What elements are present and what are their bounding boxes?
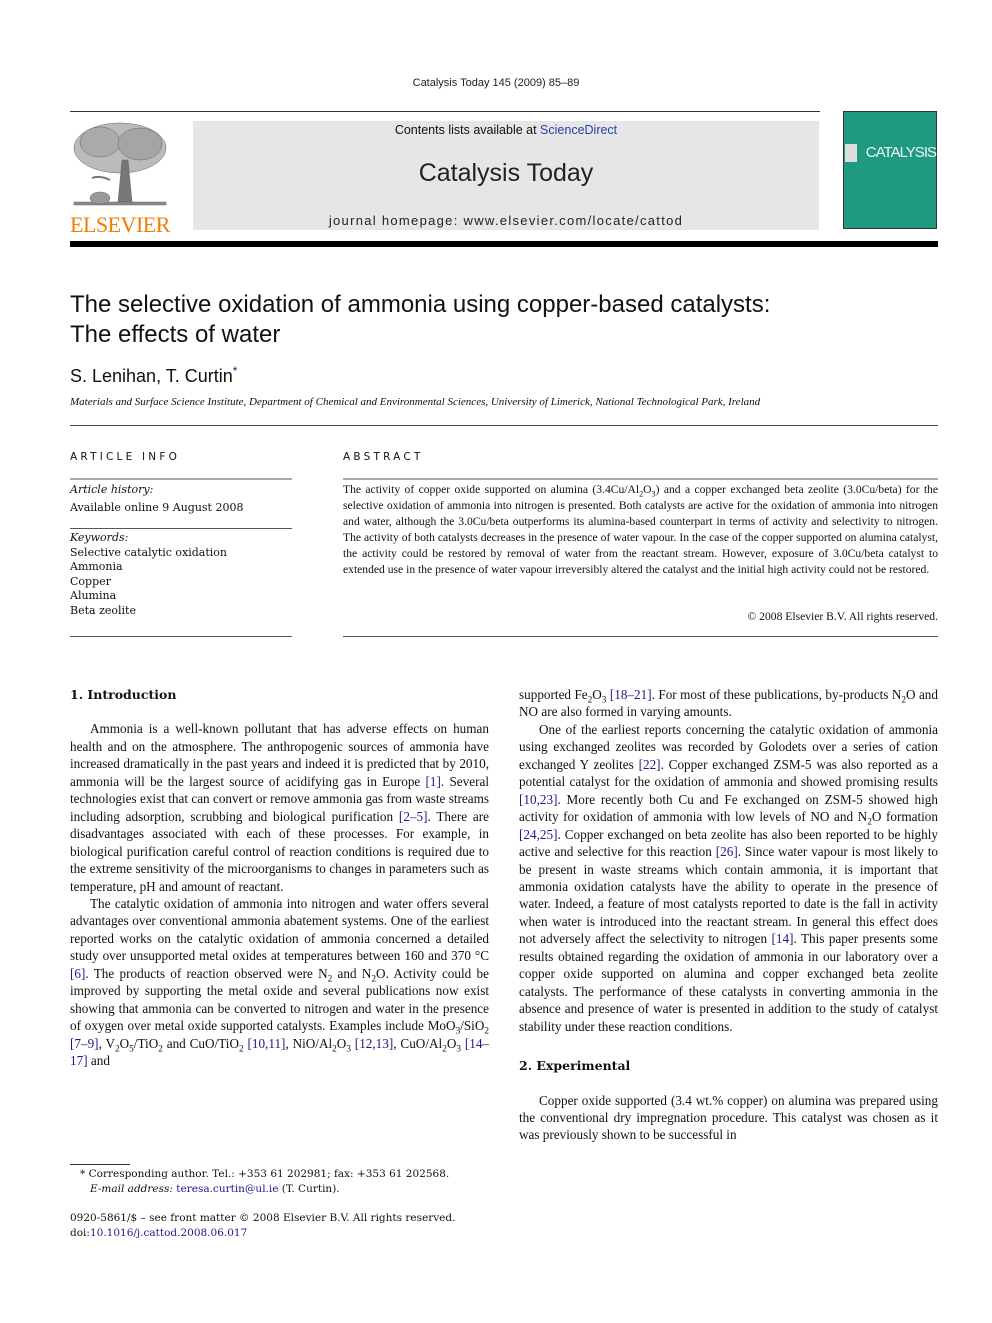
paragraph: Ammonia is a well-known pollutant that h… [70, 721, 490, 894]
keyword: Beta zeolite [70, 603, 136, 617]
subscript: 3 [455, 1025, 461, 1036]
reference-link[interactable]: [6] [70, 966, 85, 981]
section-heading-experimental: 2. Experimental [519, 1058, 631, 1074]
subscript: 3 [456, 1043, 461, 1054]
reference-link[interactable]: [10,23] [519, 792, 557, 807]
body-right-column: supported Fe2O3 [18–21]. For most of the… [519, 686, 938, 1144]
subscript: 3 [346, 1043, 351, 1054]
keywords-block: Keywords: Selective catalytic oxidation … [70, 531, 227, 618]
running-head: Catalysis Today 145 (2009) 85–89 [412, 77, 580, 89]
subscript: 2 [327, 973, 333, 984]
subscript: 2 [238, 1043, 244, 1054]
paragraph: supported Fe2O3 [18–21]. For most of the… [519, 687, 938, 720]
affiliation: Materials and Surface Science Institute,… [70, 396, 761, 408]
keyword: Copper [70, 574, 111, 588]
history-value: Available online 9 August 2008 [70, 500, 244, 514]
reference-link[interactable]: [18–21] [610, 687, 652, 702]
author-names: S. Lenihan, T. Curtin [70, 366, 233, 386]
article-history: Article history: Available online 9 Augu… [70, 483, 243, 518]
body-left-column: 1. Introduction Ammonia is a well-known … [70, 686, 489, 1070]
doi-link[interactable]: 10.1016/j.cattod.2008.06.017 [90, 1227, 247, 1239]
email-label: E-mail address: [90, 1183, 173, 1195]
article-info-rule-mid [70, 528, 292, 529]
email-suffix: (T. Curtin). [278, 1183, 340, 1195]
reference-link[interactable]: [24,25] [519, 827, 557, 842]
cover-title: CATALYSIS [865, 144, 937, 161]
subscript: 2 [587, 694, 593, 705]
journal-banner: Contents lists available at ScienceDirec… [193, 121, 819, 230]
reference-link[interactable]: [14] [772, 931, 794, 946]
doi-prefix: doi: [70, 1227, 90, 1239]
subscript: 2 [901, 694, 906, 705]
paragraph: The catalytic oxidation of ammonia into … [70, 895, 490, 1069]
footnote-rule [70, 1164, 130, 1165]
keyword: Selective catalytic oxidation [70, 545, 228, 559]
abstract-text: The activity of copper oxide supported o… [343, 483, 938, 576]
subscript: 2 [332, 1043, 337, 1054]
corresponding-footnote: * Corresponding author. Tel.: +353 61 20… [70, 1167, 449, 1197]
keywords-label: Keywords: [70, 531, 129, 544]
journal-title: Catalysis Today [418, 159, 594, 187]
journal-homepage-link[interactable]: journal homepage: www.elsevier.com/locat… [193, 213, 819, 228]
subscript: 3 [651, 489, 656, 499]
front-matter: 0920-5861/$ – see front matter © 2008 El… [70, 1211, 455, 1241]
subscript: 2 [484, 1025, 489, 1036]
footnote-mark: * [80, 1168, 89, 1180]
article-info-rule-bottom [70, 636, 292, 637]
corresponding-contact: Corresponding author. Tel.: +353 61 2029… [88, 1168, 450, 1180]
paragraph: Copper oxide supported (3.4 wt.% copper)… [519, 1092, 938, 1143]
reference-link[interactable]: [10,11] [247, 1036, 285, 1051]
article-info-rule-top [70, 478, 292, 480]
issn-line: 0920-5861/$ – see front matter © 2008 El… [70, 1212, 456, 1224]
abstract-rule-top [343, 478, 938, 480]
title-line-1: The selective oxidation of ammonia using… [70, 291, 771, 318]
reference-link[interactable]: [7–9] [70, 1036, 99, 1051]
elsevier-wordmark: ELSEVIER [70, 212, 170, 237]
article-title: The selective oxidation of ammonia using… [70, 290, 930, 350]
header-rule [70, 111, 820, 112]
header-thick-rule [70, 241, 938, 247]
reference-link[interactable]: [22] [639, 757, 661, 772]
email-link[interactable]: teresa.curtin@ul.ie [176, 1183, 278, 1195]
sciencedirect-link[interactable]: ScienceDirect [540, 123, 617, 137]
section-heading-introduction: 1. Introduction [70, 687, 177, 702]
reference-link[interactable]: [26] [716, 844, 738, 859]
subscript: 2 [115, 1043, 120, 1054]
section-rule [70, 425, 938, 426]
tree-icon [73, 122, 167, 206]
reference-link[interactable]: [2–5] [399, 809, 428, 824]
subscript: 2 [639, 489, 644, 499]
paragraph: One of the earliest reports concerning t… [519, 721, 938, 1034]
subscript: 2 [158, 1043, 163, 1054]
article-info-heading: ARTICLE INFO [70, 451, 181, 463]
subscript: 2 [442, 1043, 447, 1054]
contents-line: Contents lists available at ScienceDirec… [193, 123, 819, 137]
subscript: 2 [867, 816, 872, 827]
abstract-rule-bottom [343, 636, 938, 637]
reference-link[interactable]: [12,13] [355, 1036, 393, 1051]
corresponding-author-mark[interactable]: * [233, 364, 238, 378]
keyword: Ammonia [70, 560, 123, 573]
authors: S. Lenihan, T. Curtin* [70, 364, 237, 387]
history-label: Article history: [70, 483, 154, 496]
subscript: 5 [129, 1043, 134, 1054]
elsevier-logo[interactable]: ELSEVIER [70, 120, 170, 236]
journal-cover[interactable]: CATALYSIS [843, 111, 937, 229]
abstract-copyright: © 2008 Elsevier B.V. All rights reserved… [747, 610, 938, 623]
contents-prefix: Contents lists available at [394, 123, 541, 137]
subscript: 3 [601, 694, 607, 705]
reference-link[interactable]: [1] [426, 774, 441, 789]
abstract-heading: ABSTRACT [343, 451, 424, 463]
subscript: 2 [371, 973, 377, 984]
keyword: Alumina [70, 589, 117, 602]
title-line-2: The effects of water [70, 321, 281, 348]
